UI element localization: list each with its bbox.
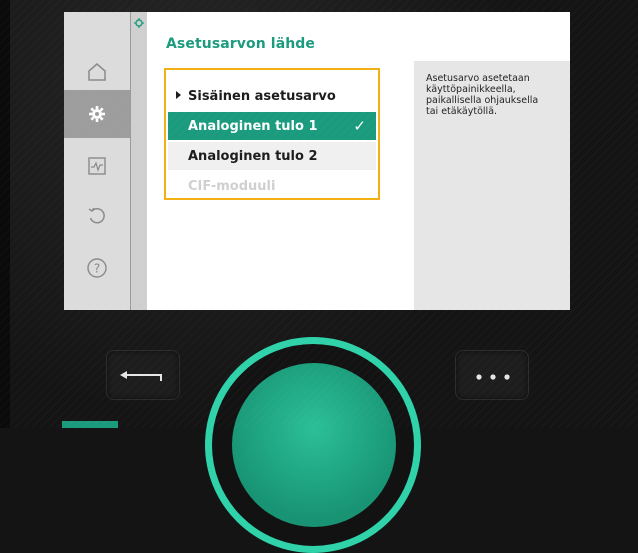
home-icon	[88, 63, 106, 81]
option-label: Sisäinen asetusarvo	[188, 88, 336, 104]
svg-text:?: ?	[94, 262, 100, 276]
option-analog-input-2[interactable]: Analoginen tulo 2	[168, 142, 376, 170]
pump-control-device: ? Asetusarvon lähde Sisäinen asetusarvo	[0, 0, 638, 553]
device-edge	[0, 0, 10, 428]
page-title: Asetusarvon lähde	[166, 36, 316, 52]
context-button[interactable]	[455, 350, 529, 400]
info-panel: Asetusarvo asetetaan käyttöpainikkeella,…	[414, 61, 570, 310]
display-screen: ? Asetusarvon lähde Sisäinen asetusarvo	[64, 12, 570, 310]
current-marker-icon	[176, 91, 181, 99]
control-dial[interactable]	[232, 363, 396, 527]
status-strip	[62, 421, 118, 428]
checkmark-icon: ✓	[353, 117, 366, 135]
sidebar-item-diagnostics[interactable]	[64, 142, 130, 190]
back-button[interactable]	[106, 350, 180, 400]
gear-icon	[89, 106, 105, 122]
leaf-gear-icon	[134, 18, 144, 28]
option-analog-input-1[interactable]: Analoginen tulo 1 ✓	[168, 112, 376, 140]
option-list: Sisäinen asetusarvo Analoginen tulo 1 ✓ …	[164, 68, 380, 200]
sidebar: ?	[64, 12, 147, 310]
info-text: Asetusarvo asetetaan käyttöpainikkeella,…	[426, 73, 539, 117]
reset-icon	[88, 207, 105, 224]
help-icon: ?	[87, 258, 107, 278]
sidebar-item-home[interactable]	[64, 48, 130, 96]
option-label: Analoginen tulo 2	[188, 148, 318, 164]
back-arrow-icon	[120, 371, 162, 381]
option-cif-module: CIF-moduuli	[168, 172, 376, 200]
sidebar-item-help[interactable]: ?	[64, 244, 130, 292]
sidebar-item-restore[interactable]	[64, 192, 130, 240]
option-label: Analoginen tulo 1	[188, 118, 318, 134]
sidebar-item-settings[interactable]	[64, 90, 130, 138]
option-internal-setpoint[interactable]: Sisäinen asetusarvo	[168, 82, 376, 110]
option-label: CIF-moduuli	[188, 178, 276, 194]
diagnostics-icon	[88, 157, 106, 175]
sidebar-divider	[130, 12, 147, 310]
more-dots-icon	[476, 374, 510, 380]
